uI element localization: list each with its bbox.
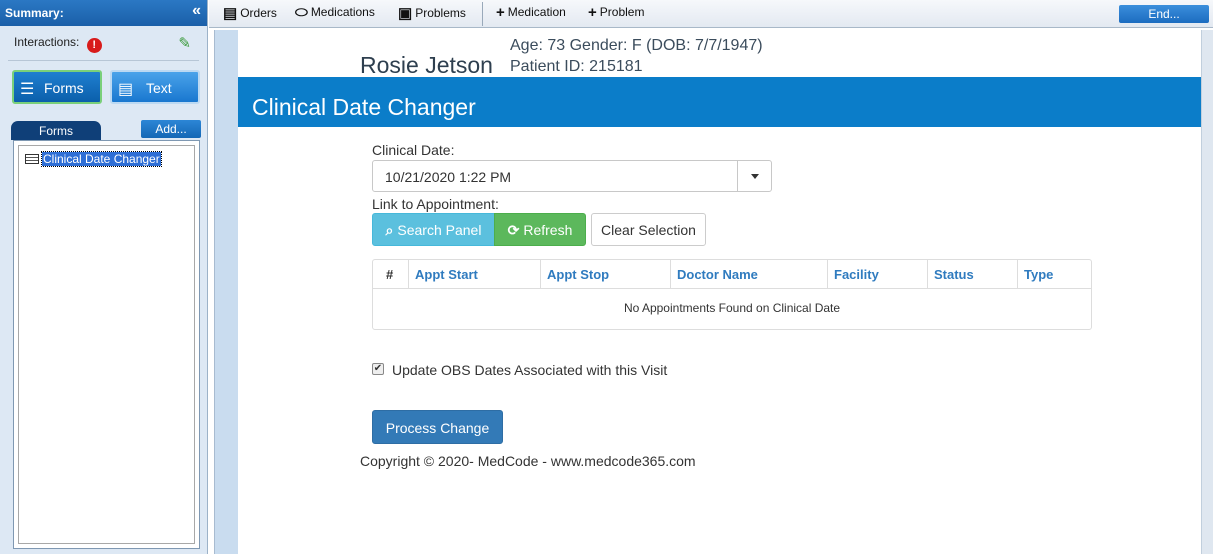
sidebar-header: Summary: « <box>0 0 207 26</box>
clipboard-icon: ▤ <box>223 5 238 22</box>
add-problem-label: Problem <box>599 5 645 19</box>
refresh-icon: ⟳ <box>507 222 520 238</box>
interactions-row: Interactions: ! ✎ <box>0 26 207 60</box>
sidebar-title: Summary: <box>5 6 64 20</box>
column-header-appt-stop[interactable]: Appt Stop <box>541 260 671 288</box>
plus-icon: + <box>588 4 597 21</box>
alert-icon[interactable]: ! <box>86 38 102 53</box>
appointments-table: # Appt Start Appt Stop Doctor Name Facil… <box>372 259 1092 330</box>
search-panel-button[interactable]: ⌕ Search Panel <box>372 213 495 246</box>
pills-icon: ⬭ <box>295 4 308 21</box>
end-button[interactable]: End... <box>1119 5 1209 23</box>
update-obs-label: Update OBS Dates Associated with this Vi… <box>392 362 668 378</box>
add-form-button[interactable]: Add... <box>141 120 201 138</box>
collapse-icon[interactable]: « <box>192 2 201 20</box>
column-header-facility[interactable]: Facility <box>828 260 928 288</box>
forms-mode-button[interactable]: ☰ Forms <box>12 70 102 104</box>
forms-mode-label: Forms <box>44 80 84 96</box>
medical-kit-icon: ▣ <box>398 5 413 22</box>
clinical-date-value: 10/21/2020 1:22 PM <box>385 169 512 185</box>
clinical-date-label: Clinical Date: <box>372 142 455 158</box>
refresh-button[interactable]: ⟳ Refresh <box>494 213 586 246</box>
search-icon: ⌕ <box>385 222 394 238</box>
patient-name: Rosie Jetson <box>360 52 493 78</box>
orders-label: Orders <box>240 6 277 20</box>
form-content: Rosie Jetson Age: 73 Gender: F (DOB: 7/7… <box>238 30 1201 554</box>
add-problem-button[interactable]: + Problem <box>588 4 644 21</box>
add-medication-label: Medication <box>507 5 566 19</box>
form-item-label: Clinical Date Changer <box>41 151 162 167</box>
search-panel-label: Search Panel <box>397 222 482 238</box>
sidebar-divider <box>8 60 199 61</box>
column-header-appt-start[interactable]: Appt Start <box>409 260 541 288</box>
forms-list: Clinical Date Changer <box>13 140 200 549</box>
form-item-clinical-date-changer[interactable]: Clinical Date Changer <box>25 151 162 167</box>
plus-icon: + <box>496 4 505 21</box>
update-obs-checkbox[interactable]: ✔ <box>372 363 384 375</box>
empty-table-message: No Appointments Found on Clinical Date <box>623 301 841 315</box>
problems-button[interactable]: ▣ Problems <box>398 4 466 22</box>
toolbar-divider <box>482 2 483 26</box>
list-icon: ☰ <box>20 81 35 98</box>
medications-label: Medications <box>310 5 375 19</box>
clinical-date-select[interactable]: 10/21/2020 1:22 PM <box>372 160 772 192</box>
problems-label: Problems <box>415 6 466 20</box>
summary-sidebar: Summary: « Interactions: ! ✎ ☰ Forms ▤ T… <box>0 0 208 554</box>
tab-forms[interactable]: Forms <box>11 121 101 140</box>
form-title-bar: Clinical Date Changer <box>238 77 1201 127</box>
vertical-scrollbar[interactable] <box>1201 30 1213 554</box>
chevron-down-icon <box>751 174 759 179</box>
copyright-text: Copyright © 2020- MedCode - www.medcode3… <box>360 453 696 469</box>
clear-selection-button[interactable]: Clear Selection <box>591 213 706 246</box>
medications-button[interactable]: ⬭ Medications <box>295 4 375 21</box>
document-icon: ▤ <box>118 81 134 98</box>
main-frame: Rosie Jetson Age: 73 Gender: F (DOB: 7/7… <box>214 30 1213 554</box>
refresh-label: Refresh <box>523 222 573 238</box>
add-medication-button[interactable]: + Medication <box>496 4 566 21</box>
forms-list-inner: Clinical Date Changer <box>18 145 195 544</box>
orders-button[interactable]: ▤ Orders <box>223 4 277 22</box>
column-header-status[interactable]: Status <box>928 260 1018 288</box>
pencil-icon[interactable]: ✎ <box>178 34 191 52</box>
form-icon <box>25 154 39 164</box>
dropdown-toggle[interactable] <box>737 161 771 191</box>
interactions-label: Interactions: <box>14 35 80 49</box>
column-header-number[interactable]: # <box>373 260 409 288</box>
top-toolbar: ▤ Orders ⬭ Medications ▣ Problems + Medicati… <box>209 0 1213 28</box>
table-header-divider <box>373 288 1091 289</box>
patient-demographics: Age: 73 Gender: F (DOB: 7/7/1947) <box>510 37 763 54</box>
patient-id: Patient ID: 215181 <box>510 58 643 75</box>
process-change-button[interactable]: Process Change <box>372 410 503 444</box>
column-header-type[interactable]: Type <box>1018 260 1091 288</box>
text-mode-label: Text <box>146 80 172 96</box>
link-appointment-label: Link to Appointment: <box>372 196 499 212</box>
text-mode-button[interactable]: ▤ Text <box>110 70 200 104</box>
column-header-doctor-name[interactable]: Doctor Name <box>671 260 828 288</box>
page-title: Clinical Date Changer <box>252 94 476 120</box>
